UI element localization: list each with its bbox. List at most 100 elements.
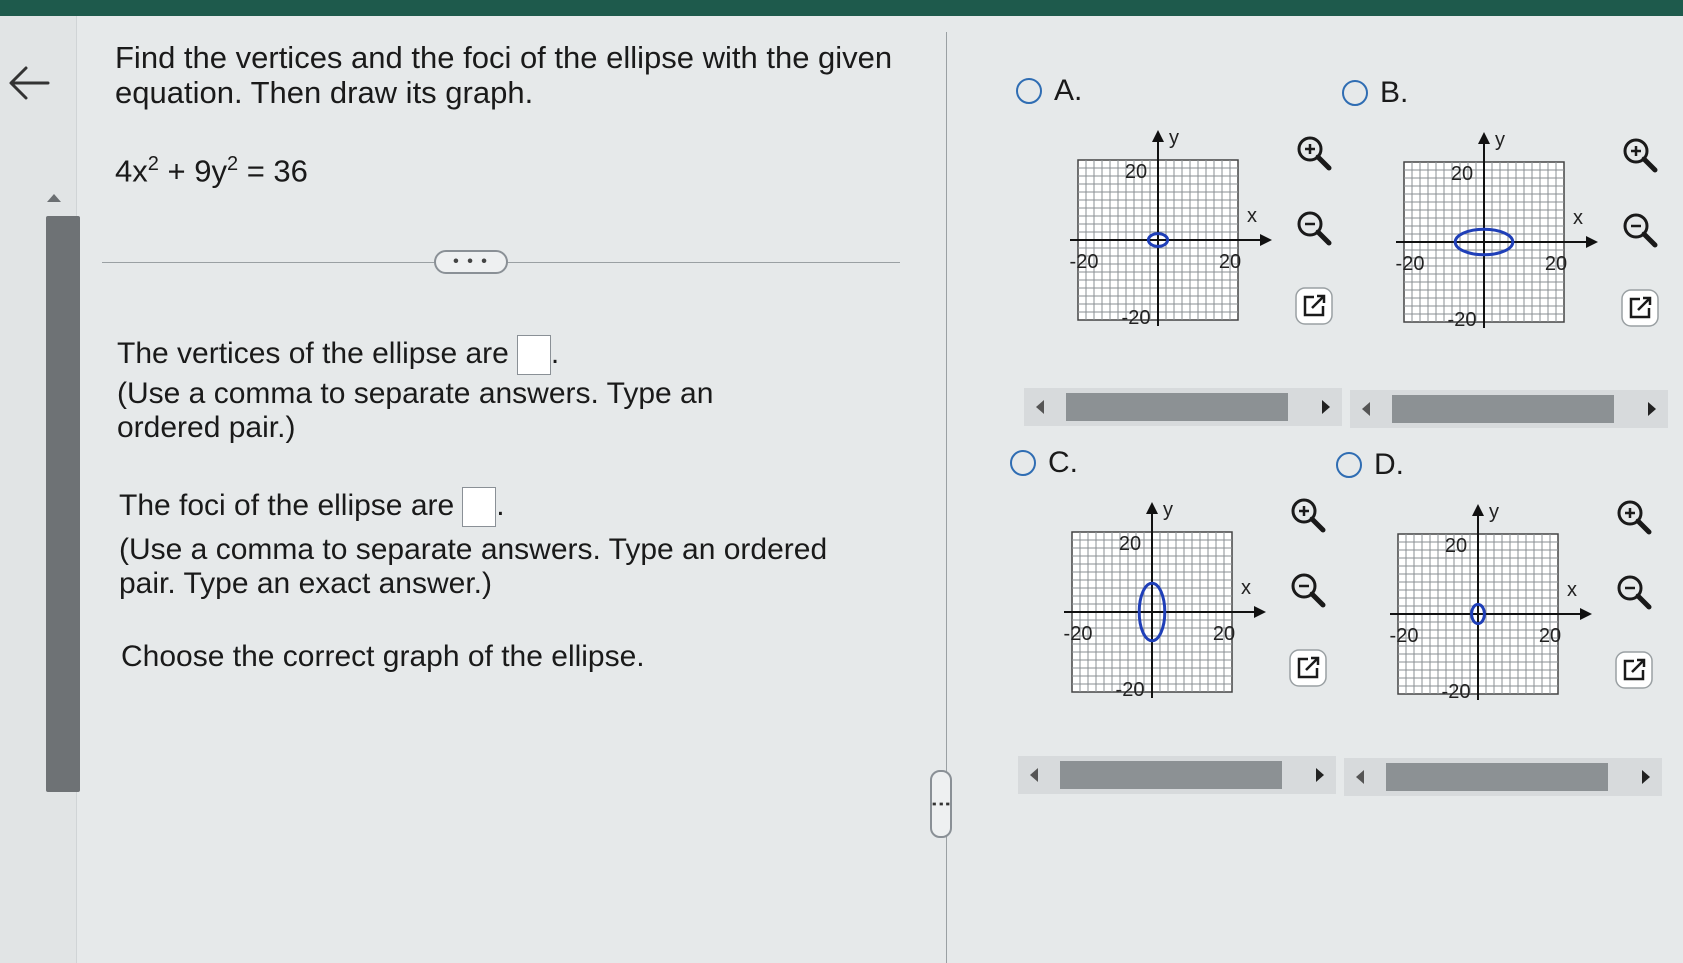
x-axis-arrow: [1260, 234, 1272, 246]
y-tick-label-neg20: -20: [1122, 307, 1151, 329]
x-tick-label-20: 20: [1539, 625, 1561, 647]
external-link-icon[interactable]: [1620, 288, 1660, 328]
option-c-scrollbar[interactable]: [1018, 756, 1336, 794]
y-tick-label-neg20: -20: [1116, 679, 1145, 701]
scroll-thumb[interactable]: [1386, 763, 1608, 791]
y-axis-label: y: [1489, 501, 1499, 523]
x-tick-label-20: 20: [1219, 251, 1241, 273]
option-a-scrollbar[interactable]: [1024, 388, 1342, 426]
top-bar: [0, 0, 1683, 16]
x-axis-arrow: [1586, 236, 1598, 248]
x-axis-label: x: [1567, 579, 1577, 601]
scroll-thumb[interactable]: [1392, 395, 1614, 423]
zoom-out-icon[interactable]: [1294, 208, 1334, 248]
scroll-left-icon[interactable]: [1036, 400, 1044, 414]
zoom-out-icon[interactable]: [1614, 572, 1654, 612]
external-link-icon[interactable]: [1614, 650, 1654, 690]
y-axis-label: y: [1163, 499, 1173, 521]
vertices-section: The vertices of the ellipse are. (Use a …: [117, 335, 837, 445]
ellipse-equation: 4x2 + 9y2 = 36: [115, 153, 308, 189]
vertical-scrollbar[interactable]: [46, 216, 80, 792]
equation-term-a: 4x: [115, 153, 148, 189]
zoom-in-icon[interactable]: [1620, 135, 1660, 175]
vertices-hint-1: (Use a comma to separate answers. Type a…: [117, 377, 714, 410]
vertices-prompt: The vertices of the ellipse are: [117, 336, 509, 370]
scroll-thumb[interactable]: [1066, 393, 1288, 421]
equation-exponent-1: 2: [147, 153, 159, 175]
option-c-label[interactable]: C.: [1048, 446, 1078, 480]
x-axis-arrow: [1254, 606, 1266, 618]
option-b-radio[interactable]: [1342, 80, 1368, 106]
show-more-button[interactable]: • • •: [434, 250, 508, 274]
choose-graph-text: Choose the correct graph of the ellipse.: [121, 640, 645, 673]
y-tick-label-neg20: -20: [1442, 681, 1471, 703]
y-axis-label: y: [1495, 129, 1505, 151]
x-axis-arrow: [1580, 608, 1592, 620]
x-tick-label-neg20: -20: [1396, 253, 1425, 275]
scroll-right-icon[interactable]: [1322, 400, 1330, 414]
scroll-right-icon[interactable]: [1648, 402, 1656, 416]
x-tick-label-neg20: -20: [1390, 625, 1419, 647]
splitter-handle[interactable]: ⋮: [930, 770, 952, 838]
zoom-in-icon[interactable]: [1288, 495, 1328, 535]
option-b-scrollbar[interactable]: [1350, 390, 1668, 428]
option-d-scrollbar[interactable]: [1344, 758, 1662, 796]
option-d-label[interactable]: D.: [1374, 448, 1404, 482]
x-tick-label-20: 20: [1545, 253, 1567, 275]
option-a-radio[interactable]: [1016, 78, 1042, 104]
zoom-out-icon[interactable]: [1620, 210, 1660, 250]
x-axis-label: x: [1573, 207, 1583, 229]
x-axis-label: x: [1247, 205, 1257, 227]
option-b-label[interactable]: B.: [1380, 76, 1408, 110]
equation-term-b: + 9y: [158, 153, 227, 189]
option-a-label[interactable]: A.: [1054, 74, 1082, 108]
back-arrow-icon[interactable]: [4, 58, 54, 108]
scroll-up-arrow-icon[interactable]: [47, 194, 61, 202]
option-a: A. y x 20 -20 -20 20: [1016, 74, 1342, 438]
question-line-1: Find the vertices and the foci of the el…: [115, 40, 893, 75]
scroll-left-icon[interactable]: [1362, 402, 1370, 416]
y-tick-label-20: 20: [1451, 163, 1473, 185]
equation-rhs: = 36: [238, 153, 308, 189]
vertices-hint-2: ordered pair.): [117, 411, 296, 444]
zoom-in-icon[interactable]: [1614, 497, 1654, 537]
y-axis-arrow: [1472, 504, 1484, 516]
option-d: D. y x 20 -20 -20 20: [1336, 448, 1662, 812]
y-axis-arrow: [1152, 130, 1164, 142]
option-d-graph: y x 20 -20 -20 20: [1390, 501, 1592, 703]
scroll-right-icon[interactable]: [1316, 768, 1324, 782]
vertices-answer-input[interactable]: [516, 335, 551, 375]
external-link-icon[interactable]: [1288, 648, 1328, 688]
y-tick-label-20: 20: [1119, 533, 1141, 555]
question-line-2: equation. Then draw its graph.: [115, 75, 534, 110]
foci-section: The foci of the ellipse are. (Use a comm…: [119, 487, 839, 601]
option-d-radio[interactable]: [1336, 452, 1362, 478]
external-link-icon[interactable]: [1294, 286, 1334, 326]
option-b-graph: y x 20 -20 -20 20: [1396, 129, 1598, 331]
y-axis-arrow: [1478, 132, 1490, 144]
zoom-out-icon[interactable]: [1288, 570, 1328, 610]
option-c-graph: y x 20 -20 -20 20: [1064, 499, 1266, 701]
x-axis-label: x: [1241, 577, 1251, 599]
option-c: C. y x 20 -20 -20 20: [1010, 446, 1336, 810]
scroll-thumb[interactable]: [1060, 761, 1282, 789]
scroll-right-icon[interactable]: [1642, 770, 1650, 784]
scroll-left-icon[interactable]: [1030, 768, 1038, 782]
x-tick-label-neg20: -20: [1070, 251, 1099, 273]
equation-exponent-2: 2: [226, 153, 239, 175]
scroll-left-icon[interactable]: [1356, 770, 1364, 784]
option-c-radio[interactable]: [1010, 450, 1036, 476]
x-tick-label-neg20: -20: [1064, 623, 1093, 645]
y-axis-arrow: [1146, 502, 1158, 514]
y-tick-label-20: 20: [1445, 535, 1467, 557]
foci-answer-input[interactable]: [462, 487, 497, 527]
y-tick-label-neg20: -20: [1448, 309, 1477, 331]
y-tick-label-20: 20: [1125, 161, 1147, 183]
option-a-graph: y x 20 -20 -20 20: [1070, 127, 1272, 329]
x-tick-label-20: 20: [1213, 623, 1235, 645]
foci-period: .: [496, 488, 505, 522]
foci-prompt: The foci of the ellipse are: [119, 488, 455, 522]
question-text: Find the vertices and the foci of the el…: [115, 40, 895, 110]
zoom-in-icon[interactable]: [1294, 133, 1334, 173]
vertices-period: .: [550, 336, 560, 370]
